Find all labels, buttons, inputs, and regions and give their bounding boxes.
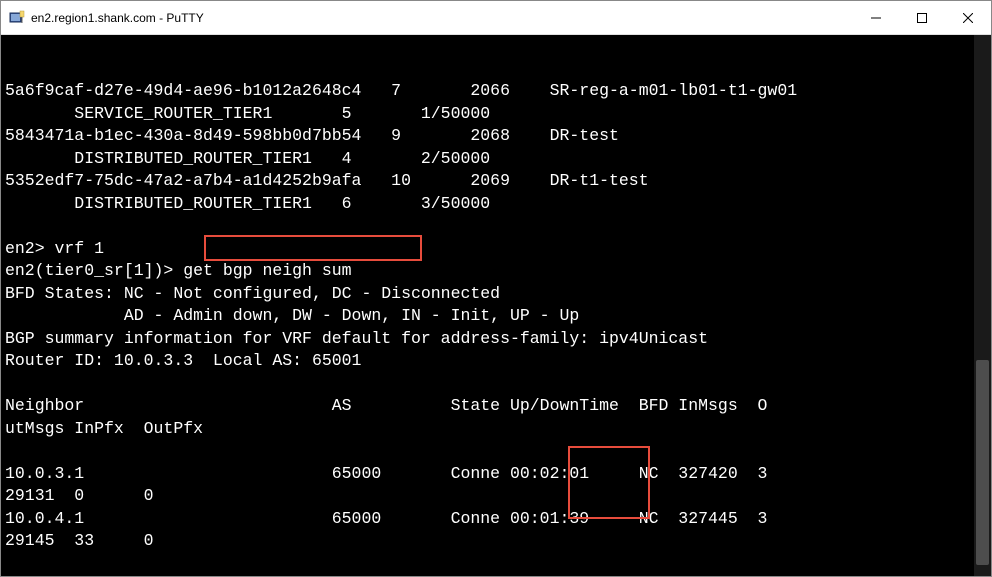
terminal-line: DISTRIBUTED_ROUTER_TIER1 4 2/50000 [5,149,490,168]
terminal-content: 5a6f9caf-d27e-49d4-ae96-b1012a2648c4 7 2… [5,80,987,576]
terminal-line: 29131 0 0 [5,486,154,505]
terminal-line: 5a6f9caf-d27e-49d4-ae96-b1012a2648c4 7 2… [5,81,797,100]
terminal-command-highlighted: get bgp neigh sum [183,261,351,280]
scrollbar[interactable] [974,35,991,576]
putty-icon [9,10,25,26]
window-controls [853,1,991,34]
window-title: en2.region1.shank.com - PuTTY [31,11,853,25]
terminal[interactable]: 5a6f9caf-d27e-49d4-ae96-b1012a2648c4 7 2… [1,35,991,576]
terminal-line: DISTRIBUTED_ROUTER_TIER1 6 3/50000 [5,194,490,213]
maximize-button[interactable] [899,1,945,34]
terminal-line: en2> vrf 1 [5,239,104,258]
terminal-line: 10.0.4.1 65000 Conne 00:01:39 NC 327445 … [5,509,767,528]
terminal-line: BGP summary information for VRF default … [5,329,708,348]
terminal-line: BFD States: NC - Not configured, DC - Di… [5,284,500,303]
terminal-prompt: en2(tier0_sr[1])> [5,261,183,280]
terminal-line: 29145 33 0 [5,531,154,550]
terminal-line: 10.0.3.1 65000 Conne 00:02:01 NC 327420 … [5,464,767,483]
minimize-button[interactable] [853,1,899,34]
scrollbar-thumb[interactable] [976,360,989,566]
terminal-line: SERVICE_ROUTER_TIER1 5 1/50000 [5,104,490,123]
close-button[interactable] [945,1,991,34]
terminal-line: Router ID: 10.0.3.3 Local AS: 65001 [5,351,361,370]
putty-window: en2.region1.shank.com - PuTTY 5a6f9caf-d… [0,0,992,577]
terminal-line: Neighbor AS State Up/DownTime BFD InMsgs… [5,396,767,415]
terminal-line: AD - Admin down, DW - Down, IN - Init, U… [5,306,579,325]
titlebar[interactable]: en2.region1.shank.com - PuTTY [1,1,991,35]
terminal-line: 5843471a-b1ec-430a-8d49-598bb0d7bb54 9 2… [5,126,619,145]
terminal-line: utMsgs InPfx OutPfx [5,419,203,438]
terminal-line: 5352edf7-75dc-47a2-a7b4-a1d4252b9afa 10 … [5,171,649,190]
